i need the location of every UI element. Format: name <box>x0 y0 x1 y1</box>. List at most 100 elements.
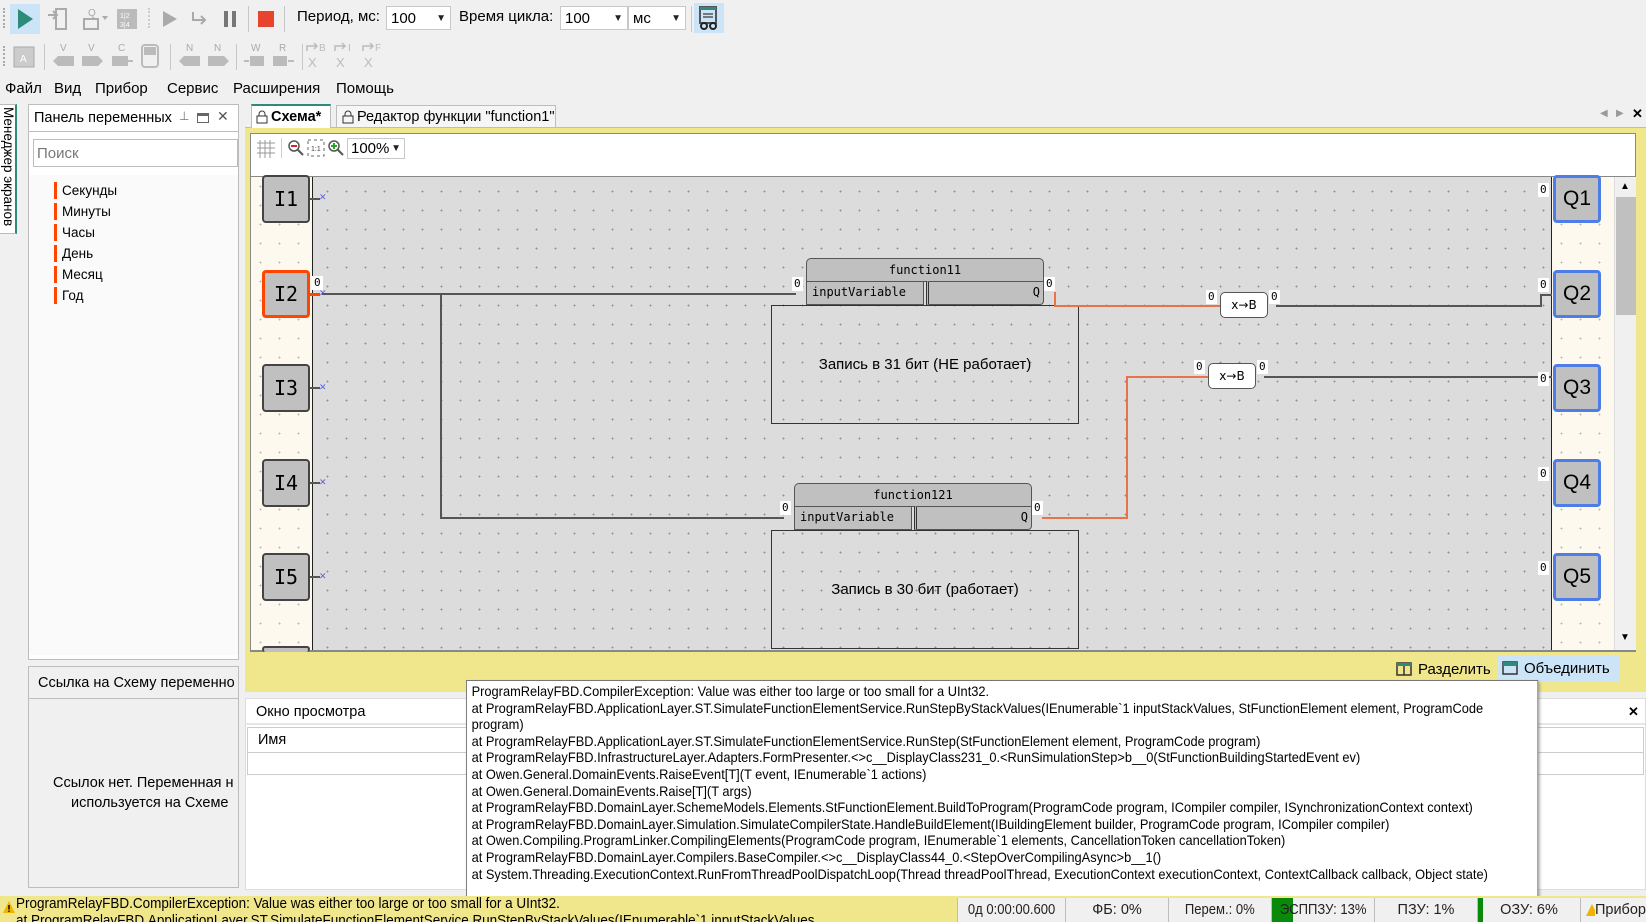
svg-text:I: I <box>348 43 351 54</box>
chevron-down-icon: ▼ <box>436 12 446 24</box>
function11-header[interactable]: function11 <box>806 258 1044 282</box>
step-button[interactable] <box>156 5 184 33</box>
table-button[interactable]: 1|2 3|4 <box>113 5 141 33</box>
write-button[interactable]: W <box>242 42 270 70</box>
grid-icon[interactable] <box>257 140 275 158</box>
wire-converter1-Q2[interactable] <box>1276 305 1542 307</box>
wire-converter1-Q2[interactable] <box>1540 295 1542 307</box>
variable-item[interactable]: Месяц <box>54 266 103 283</box>
net-out-button[interactable]: N <box>204 42 232 70</box>
function11-output-pin[interactable]: Q <box>926 281 1044 305</box>
output-Q4[interactable]: Q4 <box>1553 459 1601 507</box>
input-I4[interactable]: I4 <box>262 459 310 507</box>
status-error-line1[interactable]: ProgramRelayFBD.CompilerException: Value… <box>16 896 560 912</box>
function121-input-pin[interactable]: inputVariable <box>794 506 912 530</box>
variable-item[interactable]: Часы <box>54 224 95 241</box>
stop-button[interactable] <box>252 5 280 33</box>
compile-button[interactable] <box>44 5 72 33</box>
variable-item[interactable]: Год <box>54 287 84 304</box>
tab-scheme[interactable]: Схема* <box>251 104 331 128</box>
net-in-button[interactable]: N <box>176 42 204 70</box>
wire-function11-converter1[interactable] <box>1054 305 1220 307</box>
toolbar-separator <box>248 6 249 32</box>
monitor-button[interactable] <box>694 3 724 33</box>
split-view-icon <box>1396 662 1412 676</box>
wire-function121-converter2[interactable] <box>1126 376 1128 519</box>
status-device[interactable]: Прибор <box>1580 898 1646 922</box>
variable-item[interactable]: Минуты <box>54 203 111 220</box>
pin-icon[interactable]: ⊥ <box>179 109 189 123</box>
status-ram: ОЗУ: 6% <box>1477 898 1580 922</box>
wire-function121-converter2[interactable] <box>1126 376 1208 378</box>
block-button[interactable] <box>136 42 164 70</box>
wire-I2-function121[interactable] <box>440 517 784 519</box>
maximize-icon[interactable] <box>197 113 209 123</box>
tab-function-editor[interactable]: Редактор функции "function1" <box>336 105 556 128</box>
function121-comment[interactable]: Запись в 30 бит (работает) <box>771 530 1079 649</box>
output-Q2[interactable]: Q2 <box>1553 270 1601 318</box>
tab-scroll-left-icon[interactable]: ◀ <box>1600 108 1608 119</box>
output-Q1[interactable]: Q1 <box>1553 175 1601 223</box>
convert-float-button[interactable]: FX <box>361 42 389 70</box>
zoom-out-icon[interactable] <box>287 139 305 157</box>
wire-function11-converter1[interactable] <box>1054 292 1056 306</box>
output-Q3[interactable]: Q3 <box>1553 364 1601 412</box>
screen-manager-tab[interactable]: Менеджер экранов <box>0 104 17 234</box>
tab-scroll-right-icon[interactable]: ▶ <box>1616 108 1624 119</box>
var-out-button[interactable]: V <box>78 42 106 70</box>
read-button[interactable]: R <box>270 42 298 70</box>
run-button[interactable] <box>10 4 40 34</box>
menu-service[interactable]: Сервис <box>167 80 218 97</box>
menu-extensions[interactable]: Расширения <box>233 80 320 97</box>
cycle-unit-select[interactable]: мс ▼ <box>628 6 686 30</box>
step-over-button[interactable] <box>186 5 214 33</box>
scrollbar-thumb[interactable] <box>1616 197 1636 315</box>
convert-bool-button[interactable]: BX <box>305 42 333 70</box>
scroll-down-icon[interactable]: ▼ <box>1620 632 1630 643</box>
actual-size-icon[interactable]: 1:1 <box>307 139 325 157</box>
input-I6[interactable] <box>262 646 310 652</box>
close-document-icon[interactable]: ✕ <box>1632 106 1643 122</box>
merge-button[interactable]: Объединить <box>1498 655 1620 681</box>
input-I1[interactable]: I1 <box>262 175 310 223</box>
close-icon[interactable]: ✕ <box>217 108 229 125</box>
input-I2[interactable]: I2 <box>262 270 310 318</box>
search-input[interactable]: Поиск <box>33 139 238 167</box>
scheme-scrollbar[interactable]: ▲ ▼ <box>1614 177 1636 650</box>
converter-to-bool-1[interactable]: x→B <box>1220 292 1268 318</box>
menu-device[interactable]: Прибор <box>95 80 148 97</box>
function11-comment[interactable]: Запись в 31 бит (НЕ работает) <box>771 305 1079 424</box>
zoom-select[interactable]: 100% ▼ <box>347 138 405 159</box>
function121-output-pin[interactable]: Q <box>914 506 1032 530</box>
output-Q5[interactable]: Q5 <box>1553 553 1601 601</box>
variable-item[interactable]: День <box>54 245 93 262</box>
convert-int-button[interactable]: IX <box>333 42 361 70</box>
scroll-up-icon[interactable]: ▲ <box>1620 181 1630 192</box>
cycle-time-select[interactable]: 100 ▼ <box>560 6 628 30</box>
status-device-text: Прибор <box>1594 902 1646 918</box>
function11-input-pin[interactable]: inputVariable <box>806 281 924 305</box>
period-select[interactable]: 100 ▼ <box>386 6 451 30</box>
wire-function121-converter2[interactable] <box>1042 517 1128 519</box>
variable-item[interactable]: Секунды <box>54 182 117 199</box>
pause-button[interactable] <box>216 5 244 33</box>
const-button[interactable]: C <box>108 42 136 70</box>
query-button[interactable]: Q <box>78 5 112 33</box>
split-button[interactable]: Разделить <box>1392 657 1496 681</box>
var-in-button[interactable]: V <box>50 42 78 70</box>
zoom-in-icon[interactable] <box>327 139 345 157</box>
wire-converter2-Q3[interactable] <box>1264 376 1552 378</box>
close-icon[interactable]: ✕ <box>1628 704 1639 720</box>
converter-to-bool-2[interactable]: x→B <box>1208 363 1256 389</box>
network-output-icon: N <box>208 43 229 66</box>
input-I3[interactable]: I3 <box>262 364 310 412</box>
menu-view[interactable]: Вид <box>54 80 81 97</box>
wire-I2-branch[interactable] <box>440 293 442 518</box>
column-name-header[interactable]: Имя <box>258 732 286 748</box>
input-I5[interactable]: I5 <box>262 553 310 601</box>
wire-I2-function11[interactable] <box>322 293 796 295</box>
menu-file[interactable]: Файл <box>5 80 42 97</box>
menu-help[interactable]: Помощь <box>336 80 394 97</box>
insert-text-button[interactable]: A <box>10 42 38 70</box>
function121-header[interactable]: function121 <box>794 483 1032 507</box>
